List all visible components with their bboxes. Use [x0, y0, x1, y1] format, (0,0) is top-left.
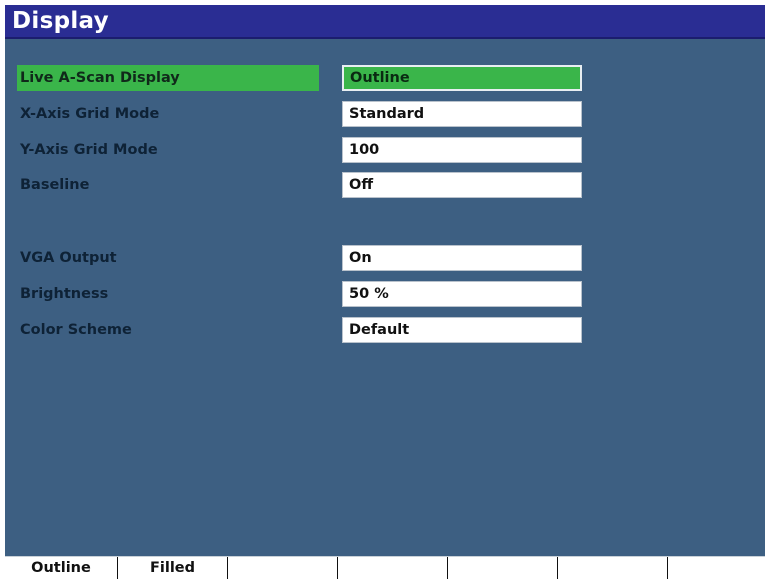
softkey-4[interactable] — [338, 557, 448, 579]
setting-label-live-ascan-display[interactable]: Live A-Scan Display — [17, 65, 319, 91]
softkey-filled[interactable]: Filled — [118, 557, 228, 579]
softkey-bar: Outline Filled — [5, 556, 765, 579]
softkey-7[interactable] — [668, 557, 765, 579]
setting-label-x-axis-grid-mode[interactable]: X-Axis Grid Mode — [17, 101, 319, 127]
setting-value-vga-output[interactable]: On — [342, 245, 582, 271]
setting-label-baseline[interactable]: Baseline — [17, 172, 319, 198]
softkey-5[interactable] — [448, 557, 558, 579]
softkey-6[interactable] — [558, 557, 668, 579]
title-bar: Display — [5, 5, 765, 39]
setting-value-color-scheme[interactable]: Default — [342, 317, 582, 343]
setting-value-live-ascan-display[interactable]: Outline — [342, 65, 582, 91]
page-title: Display — [12, 8, 109, 34]
setting-label-y-axis-grid-mode[interactable]: Y-Axis Grid Mode — [17, 137, 319, 163]
setting-value-brightness[interactable]: 50 % — [342, 281, 582, 307]
setting-value-y-axis-grid-mode[interactable]: 100 — [342, 137, 582, 163]
softkey-3[interactable] — [228, 557, 338, 579]
setting-value-x-axis-grid-mode[interactable]: Standard — [342, 101, 582, 127]
softkey-outline[interactable]: Outline — [5, 557, 118, 579]
setting-label-brightness[interactable]: Brightness — [17, 281, 319, 307]
display-screen: Display Live A-Scan Display Outline X-Ax… — [5, 5, 765, 579]
setting-label-color-scheme[interactable]: Color Scheme — [17, 317, 319, 343]
setting-value-baseline[interactable]: Off — [342, 172, 582, 198]
setting-label-vga-output[interactable]: VGA Output — [17, 245, 319, 271]
